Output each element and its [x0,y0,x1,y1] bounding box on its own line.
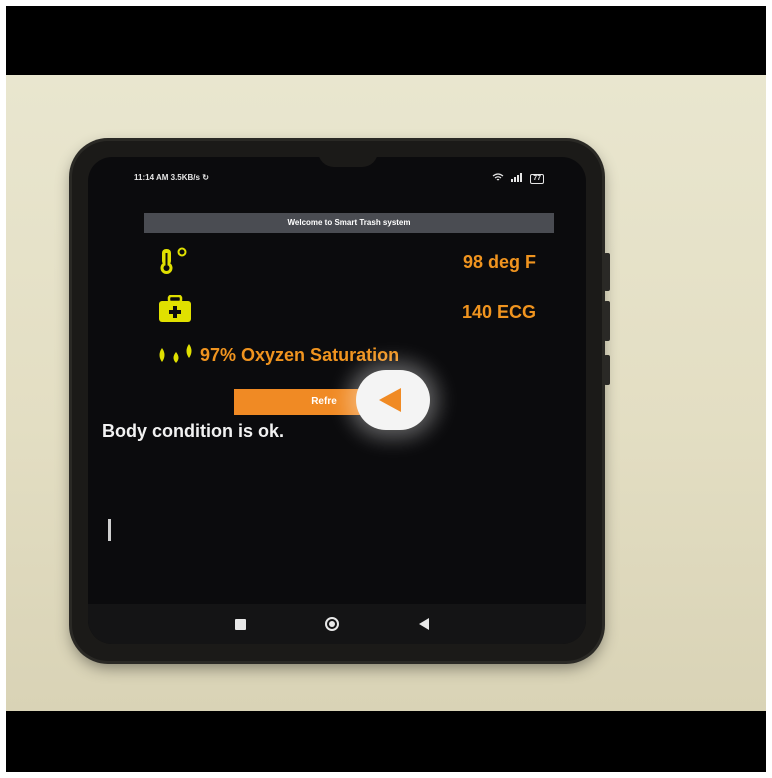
signal-icon [510,173,524,184]
status-time: 11:14 AM [134,173,169,182]
status-left: 11:14 AM 3.5KB/s ↻ [134,173,209,182]
phone-screen: 11:14 AM 3.5KB/s ↻ 77 Welcome to Smart T… [88,157,586,644]
app-title-bar: Welcome to Smart Trash system [144,213,554,233]
camera-notch [318,157,378,167]
home-icon[interactable] [322,614,342,634]
volume-down-button [604,301,610,341]
oxygen-value: 97% Oxyzen Saturation [200,345,400,365]
body-condition-message: Body condition is ok. [102,421,285,441]
droplets-icon [156,342,202,369]
android-nav-bar [88,604,586,644]
thermometer-icon [158,247,190,280]
sync-icon: ↻ [202,173,209,182]
status-right: 77 [492,173,544,184]
status-network-speed: 3.5KB/s [170,173,200,182]
scroll-indicator [108,519,111,541]
back-icon[interactable] [414,614,434,634]
temperature-value: 98 deg F [462,252,536,272]
play-back-icon [379,388,401,412]
video-play-overlay[interactable] [356,370,430,430]
video-frame: 11:14 AM 3.5KB/s ↻ 77 Welcome to Smart T… [6,6,766,772]
battery-level: 77 [533,174,541,182]
phone-device: 11:14 AM 3.5KB/s ↻ 77 Welcome to Smart T… [72,141,610,661]
power-button [604,355,610,385]
medical-kit-icon [158,294,192,328]
wifi-icon [492,173,504,184]
battery-icon: 77 [530,173,544,184]
volume-up-button [604,253,610,291]
recent-apps-icon[interactable] [230,614,250,634]
photo-background: 11:14 AM 3.5KB/s ↻ 77 Welcome to Smart T… [6,75,766,711]
status-bar: 11:14 AM 3.5KB/s ↻ 77 [134,173,544,187]
ecg-value: 140 ECG [461,302,536,322]
